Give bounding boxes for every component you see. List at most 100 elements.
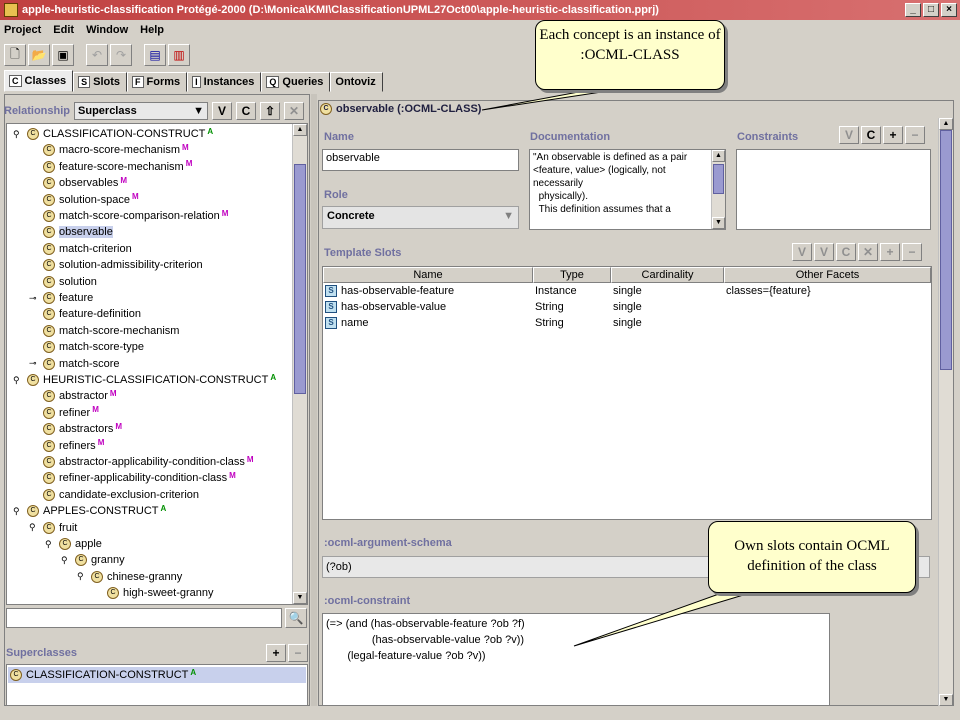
hierarchy-up-button[interactable]: ⇧: [260, 102, 281, 120]
tree-node[interactable]: ⚲ Cfruit: [29, 520, 79, 536]
view-slot-facets-button[interactable]: V: [814, 243, 834, 261]
tree-node[interactable]: Cfeature-definition: [43, 306, 143, 322]
undo-icon[interactable]: ↶: [86, 44, 108, 66]
constraints-label: Constraints: [737, 131, 799, 143]
column-header-name[interactable]: Name: [323, 267, 533, 283]
tree-node[interactable]: ⚲ C APPLES-CONSTRUCT A: [13, 503, 166, 519]
classes-icon: C: [9, 75, 22, 87]
menu-window[interactable]: Window: [86, 24, 128, 36]
tree-node[interactable]: Cmatch-score-mechanism: [43, 323, 181, 339]
tree-node[interactable]: ⊸ Cmatch-score: [29, 356, 122, 372]
view-slot-button[interactable]: V: [792, 243, 812, 261]
tab-classes[interactable]: C Classes: [4, 70, 74, 92]
remove-superclass-button[interactable]: −: [288, 644, 308, 662]
create-slot-button[interactable]: C: [836, 243, 856, 261]
tree-node[interactable]: Crefiner-applicability-condition-class M: [43, 470, 236, 486]
add-superclass-button[interactable]: +: [266, 644, 286, 662]
tab-instances[interactable]: I Instances: [187, 72, 262, 92]
tree-node[interactable]: Cmatch-criterion: [43, 241, 134, 257]
save-icon[interactable]: ▣: [52, 44, 74, 66]
relationship-select[interactable]: Superclass ▼: [74, 102, 209, 120]
tree-node[interactable]: Cmacro-score-mechanism M: [43, 142, 189, 158]
new-file-icon[interactable]: 🗋: [4, 44, 26, 66]
tree-node[interactable]: Cabstractor-applicability-condition-clas…: [43, 454, 254, 470]
create-class-button[interactable]: C: [236, 102, 257, 120]
tab-queries[interactable]: Q Queries: [261, 72, 331, 92]
callout-bottom: Own slots contain OCML definition of the…: [708, 521, 916, 593]
column-header-cardinality[interactable]: Cardinality: [611, 267, 724, 283]
column-header-facets[interactable]: Other Facets: [724, 267, 931, 283]
tab-ontoviz[interactable]: Ontoviz: [330, 72, 383, 92]
menu-bar: Project Edit Window Help: [0, 20, 960, 40]
form-scrollbar[interactable]: ▲ ▼: [938, 118, 953, 706]
tree-node[interactable]: Chigh-sweet-granny: [107, 585, 216, 601]
tree-node[interactable]: Cmatch-score-comparison-relation M: [43, 208, 228, 224]
menu-help[interactable]: Help: [140, 24, 164, 36]
list-item[interactable]: C CLASSIFICATION-CONSTRUCT A: [8, 667, 306, 683]
tree-node[interactable]: Cobservable: [43, 224, 115, 240]
remove-slot-override-button[interactable]: ✕: [858, 243, 878, 261]
remove-constraint-button[interactable]: −: [905, 126, 925, 144]
expand-toggle-icon[interactable]: ⊸: [29, 293, 37, 304]
tab-forms[interactable]: F Forms: [127, 72, 188, 92]
delete-class-button[interactable]: ✕: [284, 102, 305, 120]
tree-node[interactable]: Crefiner M: [43, 405, 99, 421]
tree-node[interactable]: Cabstractors M: [43, 421, 122, 437]
tree-node[interactable]: Cobservables M: [43, 175, 127, 191]
class-icon: C: [43, 259, 55, 272]
tree-node[interactable]: Cmatch-score-type: [43, 339, 146, 355]
constraints-list[interactable]: [736, 149, 931, 230]
table-row[interactable]: Shas-observable-value String single: [323, 299, 931, 315]
ocml-constraint-field[interactable]: (=> (and (has-observable-feature ?ob ?f)…: [322, 613, 830, 706]
add-constraint-button[interactable]: +: [883, 126, 903, 144]
expand-toggle-icon[interactable]: ⚲: [29, 522, 36, 533]
search-binoculars-icon[interactable]: 🔍: [285, 608, 307, 628]
tree-node[interactable]: ⚲ C HEURISTIC-CLASSIFICATION-CONSTRUCT A: [13, 372, 276, 388]
open-folder-icon[interactable]: 📂: [28, 44, 50, 66]
add-slot-button[interactable]: +: [880, 243, 900, 261]
tree-node[interactable]: Crefiners M: [43, 438, 104, 454]
tree-node[interactable]: ⚲ Capple: [45, 536, 104, 552]
expand-toggle-icon[interactable]: ⚲: [13, 129, 20, 140]
tree-node[interactable]: Csolution-admissibility-criterion: [43, 257, 205, 273]
name-field[interactable]: observable: [322, 149, 519, 171]
cascade-windows-icon[interactable]: ▤: [144, 44, 166, 66]
expand-toggle-icon[interactable]: ⚲: [45, 539, 52, 550]
role-select[interactable]: Concrete ▼: [322, 206, 519, 229]
redo-icon[interactable]: ↷: [110, 44, 132, 66]
class-search-input[interactable]: [6, 608, 282, 628]
tree-node[interactable]: Cabstractor M: [43, 388, 117, 404]
view-constraint-button[interactable]: V: [839, 126, 859, 144]
menu-project[interactable]: Project: [4, 24, 41, 36]
menu-edit[interactable]: Edit: [53, 24, 74, 36]
close-button[interactable]: ×: [941, 3, 957, 17]
tree-node[interactable]: Csolution: [43, 274, 99, 290]
expand-toggle-icon[interactable]: ⚲: [13, 506, 20, 517]
expand-toggle-icon[interactable]: ⚲: [61, 555, 68, 566]
expand-toggle-icon[interactable]: ⚲: [77, 571, 84, 582]
tab-slots[interactable]: S Slots: [73, 72, 128, 92]
table-row[interactable]: Shas-observable-feature Instance single …: [323, 283, 931, 299]
tree-node[interactable]: Cfeature-score-mechanism M: [43, 159, 192, 175]
tree-node[interactable]: ⚲ C CLASSIFICATION-CONSTRUCT A: [13, 126, 213, 142]
expand-toggle-icon[interactable]: ⊸: [29, 358, 37, 369]
tree-node[interactable]: Csolution-space M: [43, 192, 139, 208]
remove-slot-button[interactable]: −: [902, 243, 922, 261]
view-class-button[interactable]: V: [212, 102, 233, 120]
minimize-button[interactable]: _: [905, 3, 921, 17]
tree-scrollbar[interactable]: ▲ ▼: [292, 124, 307, 604]
create-constraint-button[interactable]: C: [861, 126, 881, 144]
documentation-field[interactable]: "An observable is defined as a pair <fea…: [529, 149, 726, 230]
column-header-type[interactable]: Type: [533, 267, 611, 283]
tree-node[interactable]: ⚲ Cgranny: [61, 552, 127, 568]
splitter[interactable]: [311, 94, 317, 706]
relationship-label: Relationship: [4, 105, 71, 117]
table-row[interactable]: Sname String single: [323, 315, 931, 331]
close-windows-icon[interactable]: ▥: [168, 44, 190, 66]
class-icon: C: [43, 439, 55, 452]
expand-toggle-icon[interactable]: ⚲: [13, 375, 20, 386]
tree-node[interactable]: ⊸ Cfeature: [29, 290, 95, 306]
maximize-button[interactable]: □: [923, 3, 939, 17]
tree-node[interactable]: ⚲ Cchinese-granny: [77, 569, 184, 585]
tree-node[interactable]: Ccandidate-exclusion-criterion: [43, 487, 201, 503]
